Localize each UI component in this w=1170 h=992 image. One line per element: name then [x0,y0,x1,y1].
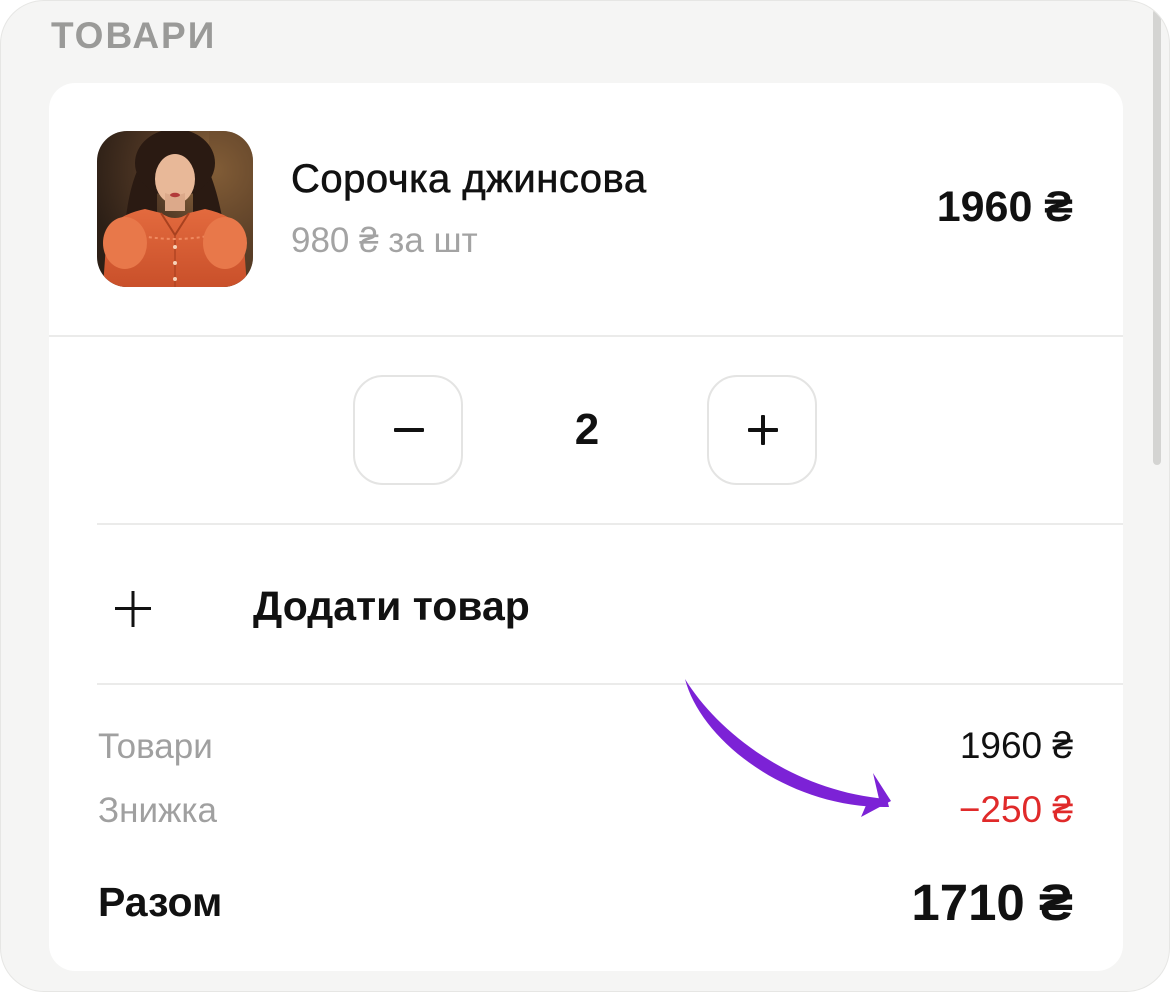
scrollbar[interactable] [1153,9,1161,465]
divider [49,335,1123,337]
product-image [97,131,253,287]
minus-icon [394,428,424,432]
quantity-value: 2 [574,405,600,454]
items-subtotal-label: Товари [98,727,213,766]
discount-label: Знижка [98,791,217,830]
section-title: ТОВАРИ [51,15,217,56]
unit-price: 980 ₴ за шт [291,221,478,260]
line-total: 1960 ₴ [936,183,1073,231]
divider [97,523,1123,525]
order-items-panel: ТОВАРИ Сорочка джинсова 980 ₴ за шт 1960… [0,0,1170,992]
divider [97,683,1123,685]
decrease-quantity-button[interactable] [353,375,463,485]
discount-value: −250 ₴ [958,789,1073,830]
total-label: Разом [98,879,223,925]
plus-icon [115,591,151,627]
product-name: Сорочка джинсова [291,157,647,202]
add-item-label: Додати товар [253,583,530,629]
add-item-button[interactable]: Додати товар [97,543,1097,671]
items-subtotal-value: 1960 ₴ [959,725,1073,766]
plus-icon [748,415,778,445]
increase-quantity-button[interactable] [707,375,817,485]
total-value: 1710 ₴ [911,874,1073,931]
items-card: Сорочка джинсова 980 ₴ за шт 1960 ₴ 2 До… [49,83,1123,971]
